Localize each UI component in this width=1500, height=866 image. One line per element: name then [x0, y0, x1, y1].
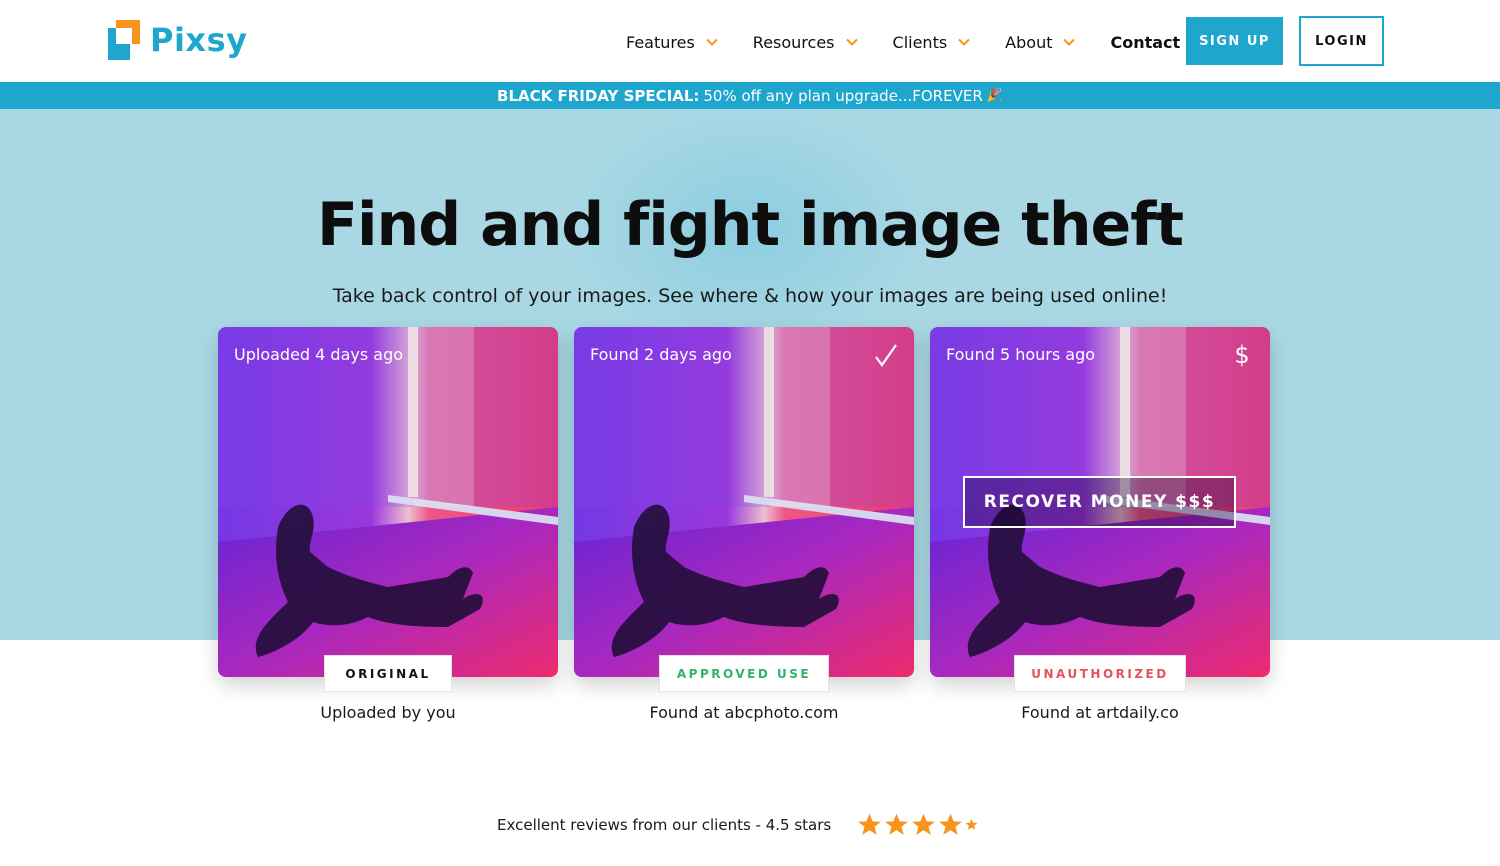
image-card-unauthorized[interactable]: Found 5 hours ago $ RECOVER MONEY $$$ — [930, 327, 1270, 677]
nav-about[interactable]: About — [1005, 28, 1076, 56]
party-icon: 🎉 — [986, 88, 1003, 103]
card-time: Found 2 days ago — [590, 345, 732, 364]
nav-about-label: About — [1005, 32, 1053, 52]
card-photo — [218, 327, 558, 677]
tag-approved-use: APPROVED USE — [659, 655, 829, 692]
recover-money-button[interactable]: RECOVER MONEY $$$ — [963, 476, 1236, 528]
login-button[interactable]: LOGIN — [1299, 16, 1384, 66]
pixsy-logo-mark — [108, 20, 142, 60]
star-icon — [885, 813, 909, 835]
card-time: Uploaded 4 days ago — [234, 345, 404, 364]
promo-banner-bold: BLACK FRIDAY SPECIAL: — [497, 86, 700, 105]
nav-resources-label: Resources — [752, 32, 835, 52]
tag-original: ORIGINAL — [324, 655, 452, 692]
chevron-down-icon — [958, 38, 970, 46]
brand-name: Pixsy — [150, 21, 248, 59]
signup-button[interactable]: SIGN UP — [1186, 17, 1283, 65]
nav-features-label: Features — [626, 32, 695, 52]
image-card-approved[interactable]: Found 2 days ago — [574, 327, 914, 677]
card-caption: Found at artdaily.co — [1021, 703, 1179, 722]
card-photo — [574, 327, 914, 677]
hero-subtitle: Take back control of your images. See wh… — [332, 285, 1168, 307]
card-time: Found 5 hours ago — [946, 345, 1096, 364]
nav-resources[interactable]: Resources — [753, 28, 859, 56]
star-rating — [857, 812, 978, 837]
card-caption: Found at abcphoto.com — [649, 703, 839, 722]
dollar-icon: $ — [1234, 341, 1250, 369]
nav-features[interactable]: Features — [626, 28, 719, 56]
image-card-original[interactable]: Uploaded 4 days ago — [218, 327, 558, 677]
star-icon — [858, 813, 882, 835]
promo-banner[interactable]: BLACK FRIDAY SPECIAL: 50% off any plan u… — [0, 82, 1500, 109]
star-icon — [939, 813, 963, 835]
star-icon — [912, 813, 936, 835]
nav-clients-label: Clients — [892, 32, 948, 52]
reviews-row: Excellent reviews from our clients - 4.5… — [497, 812, 978, 837]
nav-contact[interactable]: Contact — [1110, 28, 1180, 56]
site-header: Pixsy Features Resources Clients About C… — [0, 0, 1500, 82]
check-icon — [875, 344, 897, 367]
chevron-down-icon — [845, 38, 858, 46]
card-caption: Uploaded by you — [320, 703, 456, 722]
main-nav: Features Resources Clients About Contact — [626, 28, 1180, 56]
promo-banner-text: 50% off any plan upgrade...FOREVER — [703, 86, 983, 105]
chevron-down-icon — [706, 38, 718, 46]
pixsy-logo[interactable]: Pixsy — [108, 20, 247, 60]
hero-title: Find and fight image theft — [316, 190, 1184, 260]
half-star-icon — [965, 818, 978, 830]
reviews-text: Excellent reviews from our clients - 4.5… — [497, 815, 832, 834]
chevron-down-icon — [1063, 38, 1076, 46]
tag-unauthorized: UNAUTHORIZED — [1014, 655, 1186, 692]
nav-clients[interactable]: Clients — [893, 28, 972, 56]
